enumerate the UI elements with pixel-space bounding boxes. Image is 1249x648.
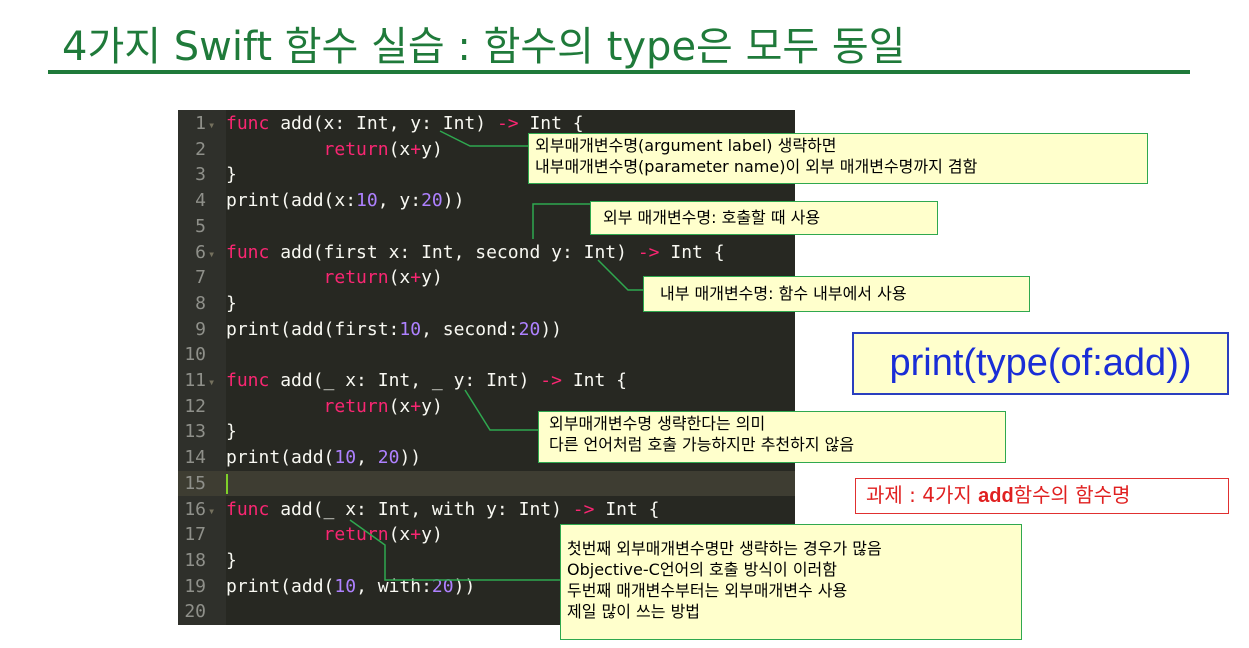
note-objc-style: 첫번째 외부매개변수명만 생략하는 경우가 많음 Objective-C언어의 … <box>560 524 1022 640</box>
homework-box: 과제 : 4가지 add함수의 함수명 <box>855 478 1229 514</box>
note-text: 제일 많이 쓰는 방법 <box>567 602 701 621</box>
note-text: 내부매개변수명(parameter name)이 외부 매개변수명까지 겸함 <box>535 157 978 176</box>
note-text: 외부매개변수명 생략한다는 의미 <box>549 414 766 433</box>
note-text: 두번째 매개변수부터는 외부매개변수 사용 <box>567 581 848 600</box>
note-text: 첫번째 외부매개변수명만 생략하는 경우가 많음 <box>567 539 882 558</box>
note-text: 외부매개변수명(argument label) 생략하면 <box>535 136 837 155</box>
note-internal-name: 내부 매개변수명: 함수 내부에서 사용 <box>643 276 1030 312</box>
type-of-box: print(type(of:add)) <box>852 332 1229 395</box>
note-text: Objective-C언어의 호출 방식이 이러함 <box>567 560 837 579</box>
note-argument-label: 외부매개변수명(argument label) 생략하면 내부매개변수명(par… <box>528 133 1148 184</box>
note-text: 다른 언어처럼 호출 가능하지만 추천하지 않음 <box>549 435 855 454</box>
note-omit-label: 외부매개변수명 생략한다는 의미 다른 언어처럼 호출 가능하지만 추천하지 않… <box>538 411 1006 463</box>
note-external-name: 외부 매개변수명: 호출할 때 사용 <box>590 201 938 235</box>
